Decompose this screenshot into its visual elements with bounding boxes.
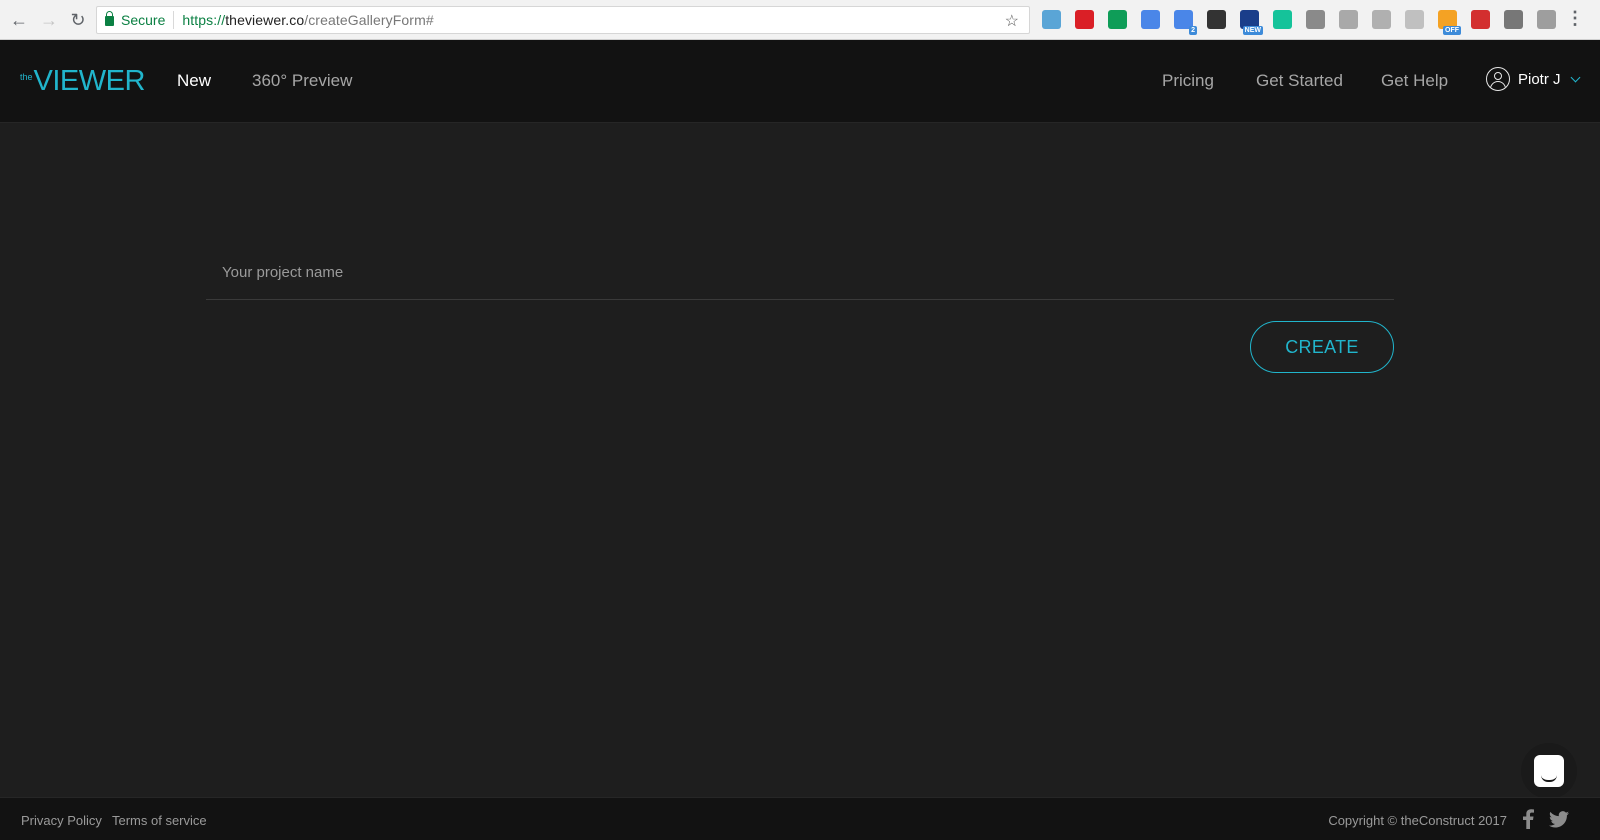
drive-extension-icon[interactable] (1339, 10, 1358, 29)
logo[interactable]: the VIEWER (20, 66, 145, 96)
pocket-extension-icon[interactable] (1372, 10, 1391, 29)
image-extension-icon[interactable]: OFF (1438, 10, 1461, 35)
create-button[interactable]: CREATE (1250, 321, 1394, 373)
browser-menu-icon[interactable]: ⋮ (1566, 9, 1584, 27)
forward-icon[interactable]: → (34, 5, 64, 35)
user-name: Piotr J (1518, 70, 1561, 88)
project-name-input[interactable] (206, 245, 1394, 300)
shortcut-extension-icon[interactable] (1141, 10, 1160, 29)
browser-toolbar: ← → ↻ Secure https://theviewer.co/create… (0, 0, 1600, 40)
url-text[interactable]: https://theviewer.co/createGalleryForm# (174, 12, 433, 28)
url-host: theviewer.co (225, 12, 305, 28)
news-extension-icon[interactable]: NEW (1240, 10, 1263, 35)
address-bar[interactable]: Secure https://theviewer.co/createGaller… (96, 6, 1030, 34)
extension-badge: NEW (1242, 26, 1263, 35)
chevron-down-icon (1570, 72, 1580, 82)
bookmark-star-icon[interactable]: ☆ (1005, 11, 1019, 31)
extension-badge: OFF (1443, 26, 1461, 35)
nav-new[interactable]: New (177, 71, 211, 91)
security-indicator[interactable]: Secure (97, 11, 175, 29)
creative-cloud-icon[interactable] (1075, 10, 1094, 29)
app-header: the VIEWER New 360° Preview Pricing Get … (0, 40, 1600, 123)
user-avatar-icon (1486, 67, 1510, 91)
camera-extension-icon[interactable] (1306, 10, 1325, 29)
twitter-icon[interactable] (1548, 808, 1570, 830)
facebook-icon[interactable] (1517, 808, 1539, 830)
nav-get-help[interactable]: Get Help (1381, 71, 1448, 91)
user-menu[interactable]: Piotr J (1486, 67, 1580, 91)
nav-get-started[interactable]: Get Started (1256, 71, 1343, 91)
puzzle-extension-icon[interactable] (1471, 10, 1490, 29)
url-scheme: https:// (182, 12, 226, 28)
logo-main-text: VIEWER (33, 65, 146, 97)
extension-badge: 2 (1189, 26, 1197, 35)
secure-label: Secure (121, 12, 166, 28)
copyright-text: Copyright © theConstruct 2017 (1328, 813, 1507, 828)
chat-launcher-button[interactable] (1521, 743, 1577, 799)
footer: Privacy Policy Terms of service Copyrigh… (0, 797, 1600, 840)
chat-icon (1534, 755, 1564, 787)
lightbulb-extension-icon[interactable] (1207, 10, 1226, 29)
nav-pricing[interactable]: Pricing (1162, 71, 1214, 91)
back-icon[interactable]: ← (4, 5, 34, 35)
terms-of-service-link[interactable]: Terms of service (112, 813, 207, 828)
logo-small-text: the (20, 72, 33, 82)
reader-extension-icon[interactable] (1405, 10, 1424, 29)
grammarly-icon[interactable] (1273, 10, 1292, 29)
code-extension-icon[interactable]: 2 (1174, 10, 1197, 35)
nav-360-preview[interactable]: 360° Preview (252, 71, 352, 91)
url-path: /createGalleryForm# (304, 12, 434, 28)
tabs-extension-icon[interactable] (1504, 10, 1523, 29)
reload-icon[interactable]: ↻ (63, 5, 93, 35)
shield-extension-icon[interactable] (1042, 10, 1061, 29)
wikipedia-extension-icon[interactable] (1537, 10, 1556, 29)
hangouts-bubble-icon[interactable] (1108, 10, 1127, 29)
extensions-bar: 2 NEW OFF (1042, 10, 1556, 35)
privacy-policy-link[interactable]: Privacy Policy (21, 813, 102, 828)
lock-icon (105, 11, 114, 26)
